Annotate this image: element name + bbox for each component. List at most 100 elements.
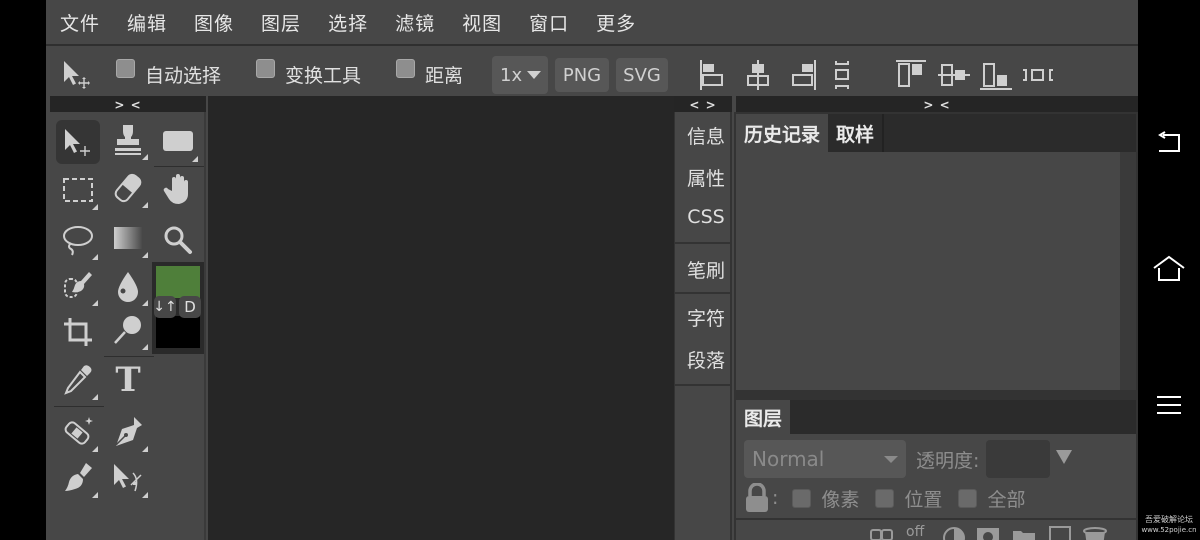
align-left-icon[interactable] <box>698 60 726 90</box>
left-black-bar <box>0 0 46 540</box>
side-tab-character[interactable]: 字符 <box>675 304 731 331</box>
divider <box>54 406 104 407</box>
blend-mode-select[interactable]: Normal <box>744 440 906 478</box>
chevron-down-icon <box>527 71 542 79</box>
home-icon <box>1153 255 1185 281</box>
tool-blur[interactable] <box>106 264 150 308</box>
menu-edit[interactable]: 编辑 <box>127 9 167 36</box>
menu-filter[interactable]: 滤镜 <box>395 9 435 36</box>
lock-all-label: 全部 <box>987 488 1026 511</box>
side-panel-tabs: 信息 属性 CSS 笔刷 字符 段落 <box>674 112 732 540</box>
auto-select-checkbox[interactable] <box>116 58 135 78</box>
align-bottom-icon[interactable] <box>980 60 1012 90</box>
default-colors-button[interactable]: D <box>179 296 201 318</box>
tool-brush[interactable] <box>56 456 100 500</box>
export-png-button[interactable]: PNG <box>555 58 609 92</box>
tool-crop[interactable] <box>56 310 100 354</box>
gradient-icon <box>114 227 142 249</box>
adjustment-icon[interactable] <box>942 526 966 540</box>
opacity-dropdown-icon[interactable] <box>1056 450 1072 464</box>
submenu-corner-icon <box>142 492 148 498</box>
tab-swatches[interactable]: 取样 <box>828 114 885 152</box>
tool-quick-select[interactable] <box>56 264 100 308</box>
tool-pen[interactable] <box>106 410 150 454</box>
tool-healing[interactable] <box>56 410 100 454</box>
menu-file[interactable]: 文件 <box>60 9 100 36</box>
divider <box>154 166 204 167</box>
side-tab-css[interactable]: CSS <box>675 206 731 228</box>
lock-all-checkbox[interactable] <box>958 488 978 508</box>
align-right-icon[interactable] <box>790 60 818 90</box>
background-color-swatch[interactable] <box>156 316 200 348</box>
side-tab-brush[interactable]: 笔刷 <box>675 256 731 283</box>
history-scrollbar[interactable] <box>1120 152 1136 390</box>
tool-move[interactable] <box>56 120 100 164</box>
tool-hand[interactable] <box>156 168 200 212</box>
distance-checkbox[interactable] <box>396 58 415 78</box>
folder-icon[interactable] <box>1012 526 1036 540</box>
auto-select-label: 自动选择 <box>145 64 222 87</box>
lock-position-label: 位置 <box>904 488 943 511</box>
tool-zoom[interactable] <box>156 218 200 262</box>
lock-pixels-checkbox[interactable] <box>792 488 812 508</box>
tool-eyedropper[interactable] <box>56 358 100 402</box>
align-top-icon[interactable] <box>896 60 926 90</box>
divider <box>675 242 731 244</box>
mask-icon[interactable] <box>976 526 1000 540</box>
tool-text[interactable]: T <box>106 358 150 402</box>
menu-image[interactable]: 图像 <box>194 9 234 36</box>
watermark: 吾爱破解论坛 www.52pojie.cn <box>1138 514 1200 535</box>
menu-select[interactable]: 选择 <box>328 9 368 36</box>
tool-path-select[interactable] <box>106 456 150 500</box>
trash-icon[interactable] <box>1082 526 1108 540</box>
tool-eraser[interactable] <box>106 166 150 210</box>
foreground-color-swatch[interactable] <box>156 266 200 298</box>
auto-select-option[interactable]: 自动选择 <box>116 58 221 90</box>
export-svg-button[interactable]: SVG <box>616 58 668 92</box>
menu-icon <box>1157 396 1181 414</box>
side-tab-properties[interactable]: 属性 <box>675 164 731 191</box>
move-tool-icon[interactable] <box>60 58 94 90</box>
submenu-corner-icon <box>142 154 148 160</box>
lock-position-checkbox[interactable] <box>875 488 895 508</box>
tool-gradient[interactable] <box>106 216 150 260</box>
scale-dropdown[interactable]: 1x <box>492 56 548 94</box>
distribute-horizontal-icon[interactable] <box>1022 60 1054 90</box>
tab-layers[interactable]: 图层 <box>736 400 791 434</box>
align-center-vertical-icon[interactable] <box>938 60 970 90</box>
canvas-area[interactable] <box>208 96 674 540</box>
distribute-vertical-icon[interactable] <box>832 60 852 90</box>
new-layer-icon[interactable] <box>1048 526 1072 540</box>
back-button[interactable] <box>1152 128 1186 158</box>
menu-window[interactable]: 窗口 <box>529 9 569 36</box>
transform-tool-checkbox[interactable] <box>256 58 275 78</box>
opacity-input[interactable] <box>986 440 1050 478</box>
link-icon[interactable] <box>870 526 894 540</box>
scale-value: 1x <box>500 64 523 86</box>
align-center-horizontal-icon[interactable] <box>744 60 772 90</box>
swap-colors-button[interactable]: ↓↑ <box>153 296 177 318</box>
tool-lasso[interactable] <box>56 218 100 262</box>
transform-tool-option[interactable]: 变换工具 <box>256 58 361 90</box>
menu-view[interactable]: 视图 <box>462 9 502 36</box>
eyedropper-icon <box>64 365 92 395</box>
side-tab-paragraph[interactable]: 段落 <box>675 346 731 373</box>
lock-icon <box>746 483 768 512</box>
dodge-icon <box>114 316 141 344</box>
photopea-app: 文件 编辑 图像 图层 选择 滤镜 视图 窗口 更多 自动选择 变换工具 距离 <box>46 0 1138 540</box>
menu-button[interactable] <box>1152 390 1186 420</box>
menu-layer[interactable]: 图层 <box>261 9 301 36</box>
menu-more[interactable]: 更多 <box>596 9 636 36</box>
tool-rectangle[interactable] <box>156 120 200 164</box>
home-button[interactable] <box>1152 254 1186 284</box>
tool-rect-select[interactable] <box>56 168 100 212</box>
fx-button[interactable]: off <box>906 524 924 540</box>
tool-clone-stamp[interactable] <box>106 118 150 162</box>
submenu-corner-icon <box>92 204 98 210</box>
chevron-down-icon <box>884 456 898 463</box>
tab-history[interactable]: 历史记录 <box>736 114 829 152</box>
lock-colon: : <box>772 487 779 509</box>
tool-dodge[interactable] <box>106 308 150 352</box>
distance-option[interactable]: 距离 <box>396 58 463 90</box>
side-tab-info[interactable]: 信息 <box>675 122 731 149</box>
